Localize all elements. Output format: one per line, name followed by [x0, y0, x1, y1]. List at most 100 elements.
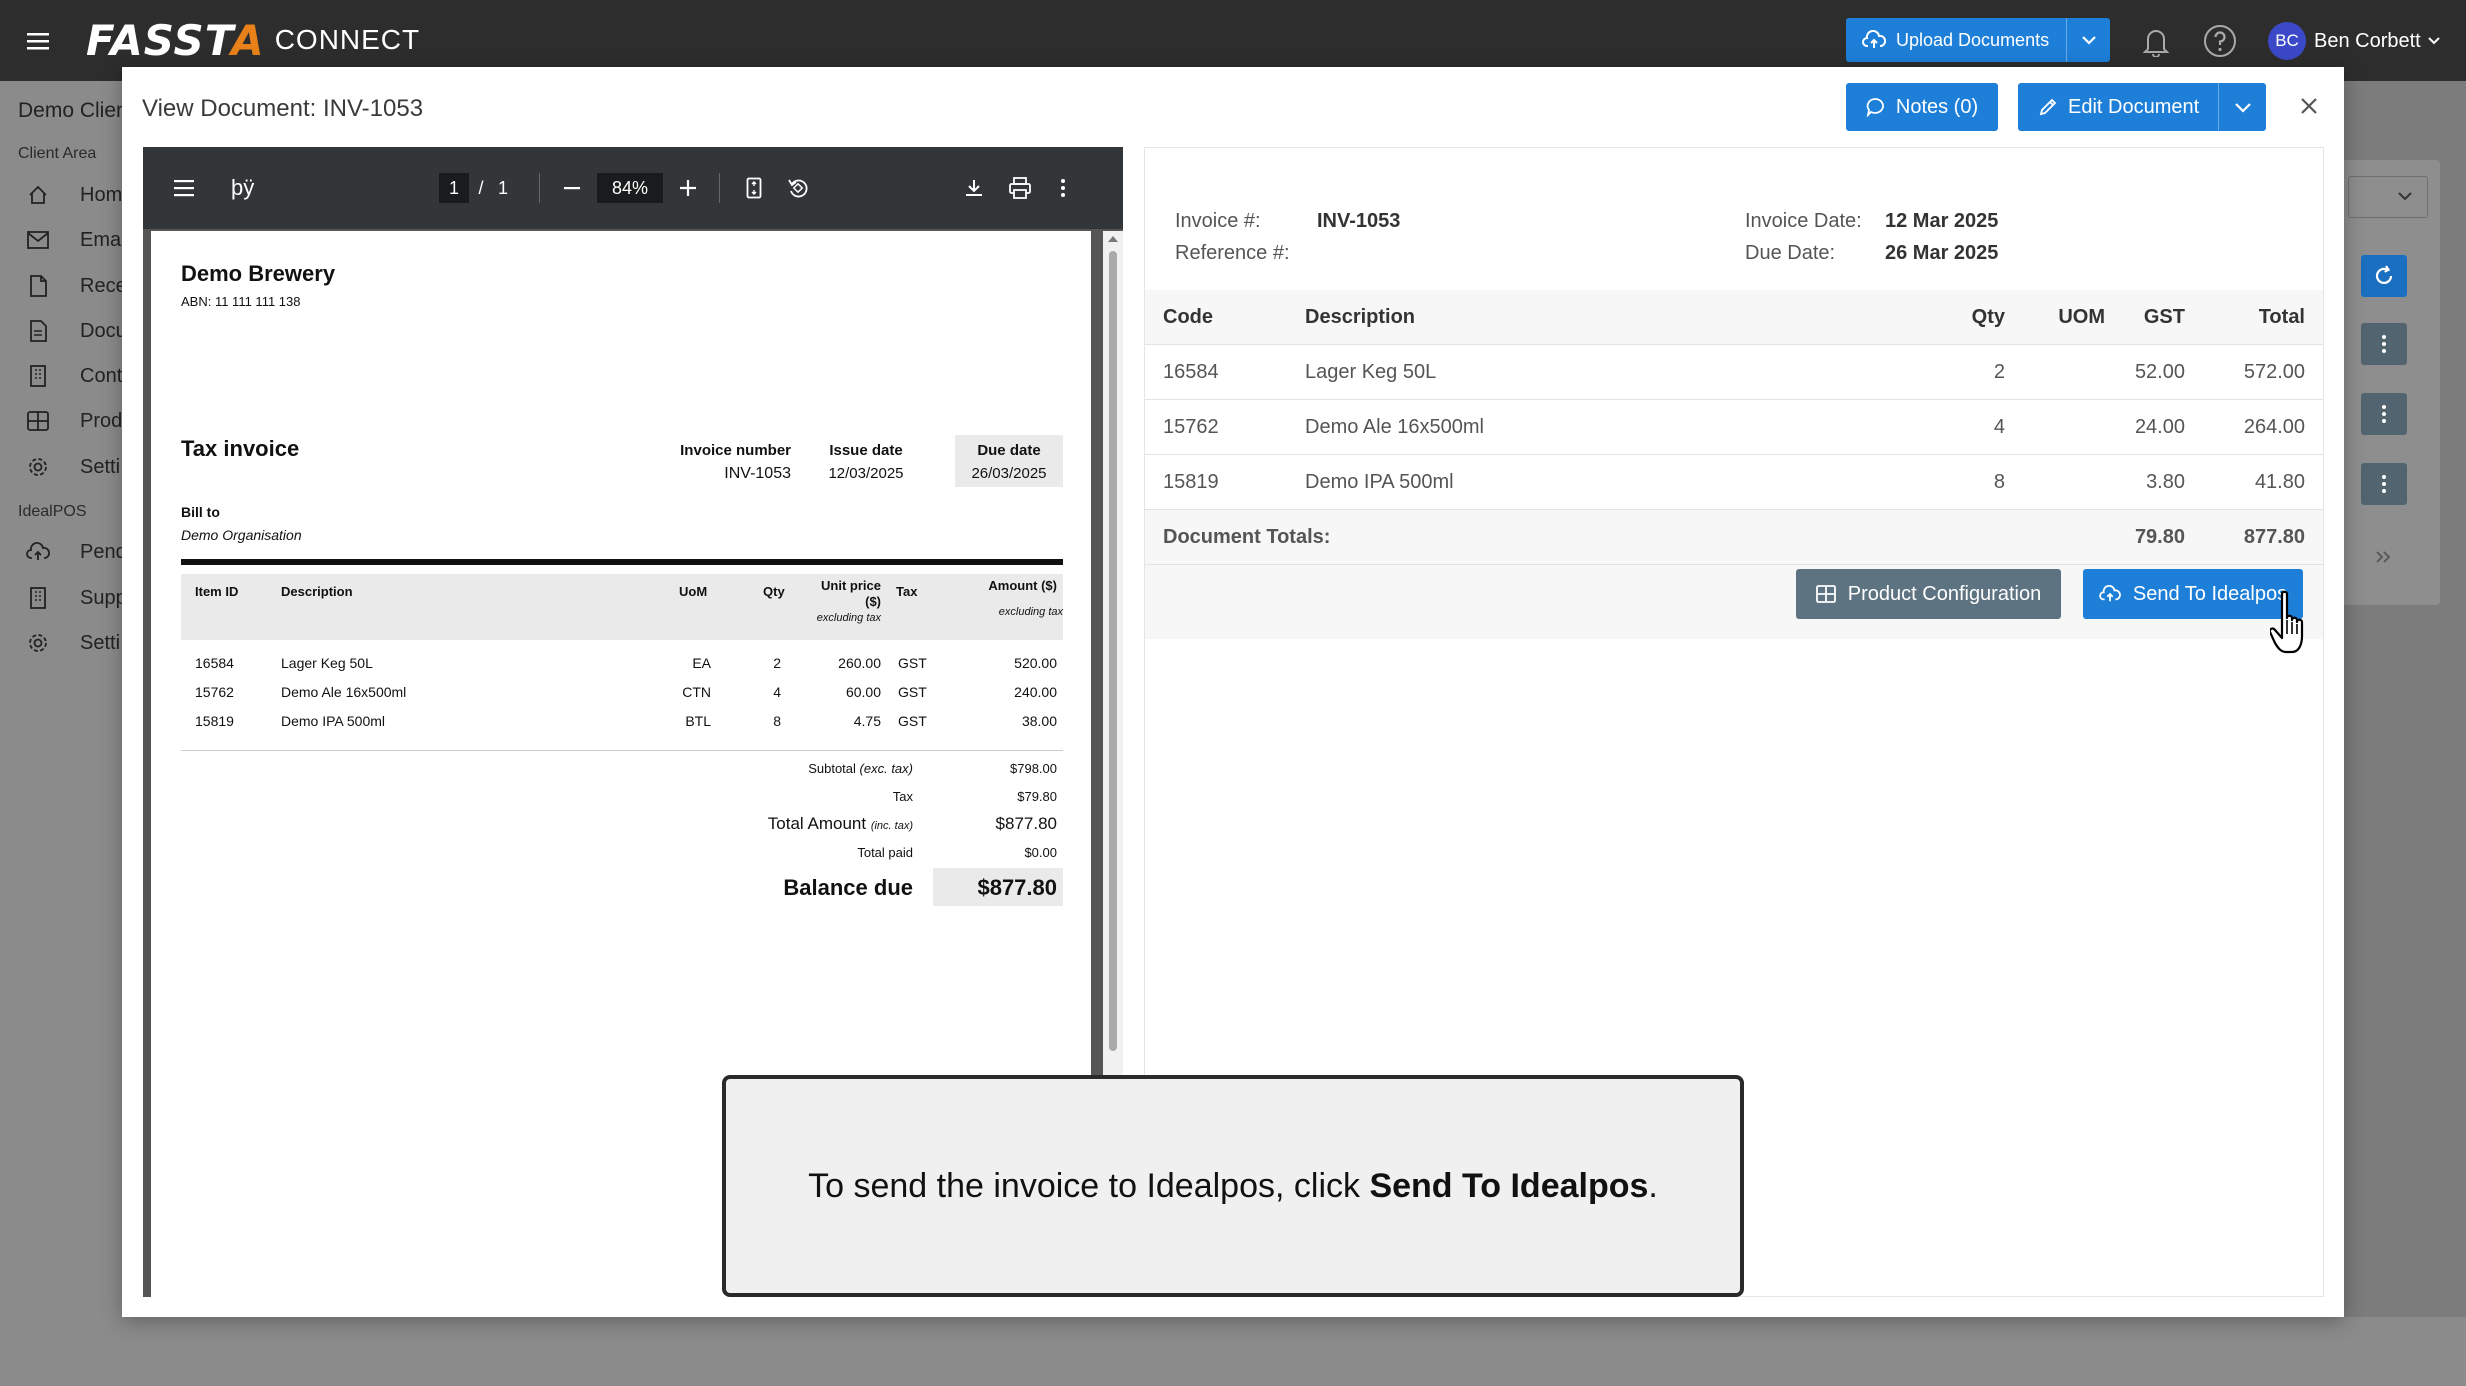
cell-code: 16584	[1163, 361, 1219, 383]
grid-icon	[26, 409, 50, 433]
sidebar-item-suppliers[interactable]: Supp	[26, 586, 127, 610]
pdf-table-row: 15819 Demo IPA 500ml BTL 8 4.75 GST 38.0…	[151, 713, 1091, 733]
invoice-number-value: INV-1053	[1317, 210, 1401, 232]
sidebar-item-label: Emai	[80, 228, 126, 251]
pdf-company-name: Demo Brewery	[181, 261, 336, 286]
fit-page-icon[interactable]	[739, 173, 769, 203]
pdf-toolbar: þÿ 1 / 1 84%	[143, 147, 1123, 229]
background-select	[2348, 176, 2428, 218]
pdf-due-date: 26/03/2025	[971, 465, 1047, 482]
table-row[interactable]: 15762 Demo Ale 16x500ml 4 24.00 264.00	[1145, 400, 2323, 454]
pdf-subtotal: $798.00	[1010, 761, 1057, 776]
print-icon[interactable]	[1005, 173, 1035, 203]
pdf-subtotal-note: (exc. tax)	[859, 761, 913, 776]
cloud-upload-icon	[1862, 30, 1886, 50]
pdf-cell-uom: EA	[692, 655, 711, 671]
sidebar-item-received[interactable]: Rece	[26, 274, 127, 298]
cloud-upload-icon	[26, 540, 50, 564]
invoice-date-label: Invoice Date:	[1745, 210, 1862, 232]
pencil-icon	[2038, 97, 2058, 117]
edit-dropdown-chevron-icon[interactable]	[2218, 83, 2266, 131]
pdf-cell-tax: GST	[898, 684, 927, 700]
more-options-icon[interactable]	[1048, 173, 1078, 203]
zoom-in-icon[interactable]	[673, 173, 703, 203]
app-logo[interactable]: FASSTA CONNECT	[86, 14, 420, 66]
pdf-cell-qty: 2	[773, 655, 781, 671]
cell-qty: 2	[1993, 361, 2005, 383]
col-total: Total	[2258, 306, 2305, 328]
edit-document-button[interactable]: Edit Document	[2018, 83, 2266, 131]
page-separator: /	[478, 177, 484, 198]
page-total: 1	[497, 177, 508, 198]
col-code: Code	[1163, 306, 1213, 328]
logo-text: FASST	[86, 15, 232, 65]
upload-documents-button[interactable]: Upload Documents	[1846, 18, 2110, 62]
col-gst: GST	[2143, 306, 2185, 328]
pdf-cell-uom: BTL	[685, 713, 711, 729]
pdf-issue-date-label: Issue date	[829, 442, 903, 459]
sidebar-item-idealpos-settings[interactable]: Setti	[26, 631, 120, 655]
more-vertical-icon	[2361, 463, 2407, 505]
callout-text-after: .	[1648, 1166, 1658, 1205]
sidebar-item-email[interactable]: Emai	[26, 228, 126, 252]
download-icon[interactable]	[959, 173, 989, 203]
pdf-col-item-id: Item ID	[195, 584, 239, 599]
sidebar-item-contacts[interactable]: Cont	[26, 364, 122, 388]
upload-dropdown-chevron-icon[interactable]	[2066, 18, 2110, 62]
pdf-subtotal-label: Subtotal	[808, 761, 856, 776]
gear-icon	[26, 631, 50, 655]
notes-button[interactable]: Notes (0)	[1846, 83, 1998, 131]
sidebar-item-products[interactable]: Prod	[26, 409, 122, 433]
refresh-icon	[2361, 255, 2407, 297]
scroll-up-icon[interactable]	[1108, 235, 1118, 243]
product-configuration-button[interactable]: Product Configuration	[1796, 569, 2061, 619]
cell-gst: 3.80	[2146, 471, 2185, 493]
cell-total: 572.00	[2243, 361, 2305, 383]
pdf-col-unit-price: Unit price	[821, 578, 881, 593]
hamburger-menu-icon[interactable]	[24, 26, 54, 56]
pdf-cell-desc: Demo Ale 16x500ml	[281, 684, 407, 700]
sidebar-item-pending[interactable]: Pend	[26, 540, 127, 564]
close-icon[interactable]	[2294, 91, 2324, 121]
table-row[interactable]: 15819 Demo IPA 500ml 8 3.80 41.80	[1145, 455, 2323, 509]
user-menu[interactable]: BC Ben Corbett	[2268, 22, 2441, 60]
help-icon[interactable]	[2201, 22, 2239, 60]
client-name[interactable]: Demo Client	[18, 99, 134, 123]
pdf-tax: $79.80	[1017, 789, 1057, 804]
sidebar-item-label: Setti	[80, 455, 121, 478]
table-row[interactable]: 16584 Lager Keg 50L 2 52.00 572.00	[1145, 345, 2323, 399]
sidebar-item-label: Prod	[80, 409, 123, 432]
pdf-cell-uom: CTN	[682, 684, 711, 700]
pdf-col-unit-price-currency: ($)	[865, 594, 881, 609]
sidebar-item-label: Setti	[80, 631, 121, 654]
page-number-input[interactable]: 1	[439, 173, 469, 203]
modal-title: View Document: INV-1053	[142, 95, 424, 122]
bell-icon[interactable]	[2137, 22, 2175, 60]
pdf-bill-to-label: Bill to	[181, 504, 220, 520]
sidebar-item-home[interactable]: Hom	[26, 183, 122, 207]
totals-gst: 79.80	[2134, 526, 2185, 548]
pdf-cell-amount: 520.00	[1014, 655, 1057, 671]
pdf-scroll-thumb[interactable]	[1109, 251, 1117, 1051]
invoice-date-value: 12 Mar 2025	[1885, 210, 1999, 232]
pdf-table-row: 16584 Lager Keg 50L EA 2 260.00 GST 520.…	[151, 655, 1091, 675]
pdf-divider	[181, 750, 1063, 751]
pdf-cell-id: 16584	[195, 655, 234, 671]
rotate-icon[interactable]	[783, 173, 813, 203]
col-description: Description	[1305, 306, 1416, 328]
line-items-header: Code Description Qty UOM GST Total	[1145, 290, 2323, 344]
sidebar-item-documents[interactable]: Docu	[26, 319, 127, 343]
menu-icon[interactable]	[171, 175, 199, 201]
cell-total: 41.80	[2254, 471, 2305, 493]
pdf-cell-amount: 240.00	[1014, 684, 1057, 700]
edit-document-label: Edit Document	[2068, 95, 2200, 118]
sidebar-item-settings[interactable]: Setti	[26, 455, 120, 479]
col-qty: Qty	[1971, 306, 2005, 328]
pdf-total-note: (inc. tax)	[870, 820, 913, 832]
zoom-out-icon[interactable]	[557, 173, 587, 203]
cell-code: 15819	[1163, 471, 1219, 493]
cell-description: Lager Keg 50L	[1305, 361, 1437, 383]
callout-text-bold: Send To Idealpos	[1369, 1166, 1649, 1205]
pdf-balance: $877.80	[977, 875, 1057, 900]
zoom-level-input[interactable]: 84%	[597, 173, 663, 203]
